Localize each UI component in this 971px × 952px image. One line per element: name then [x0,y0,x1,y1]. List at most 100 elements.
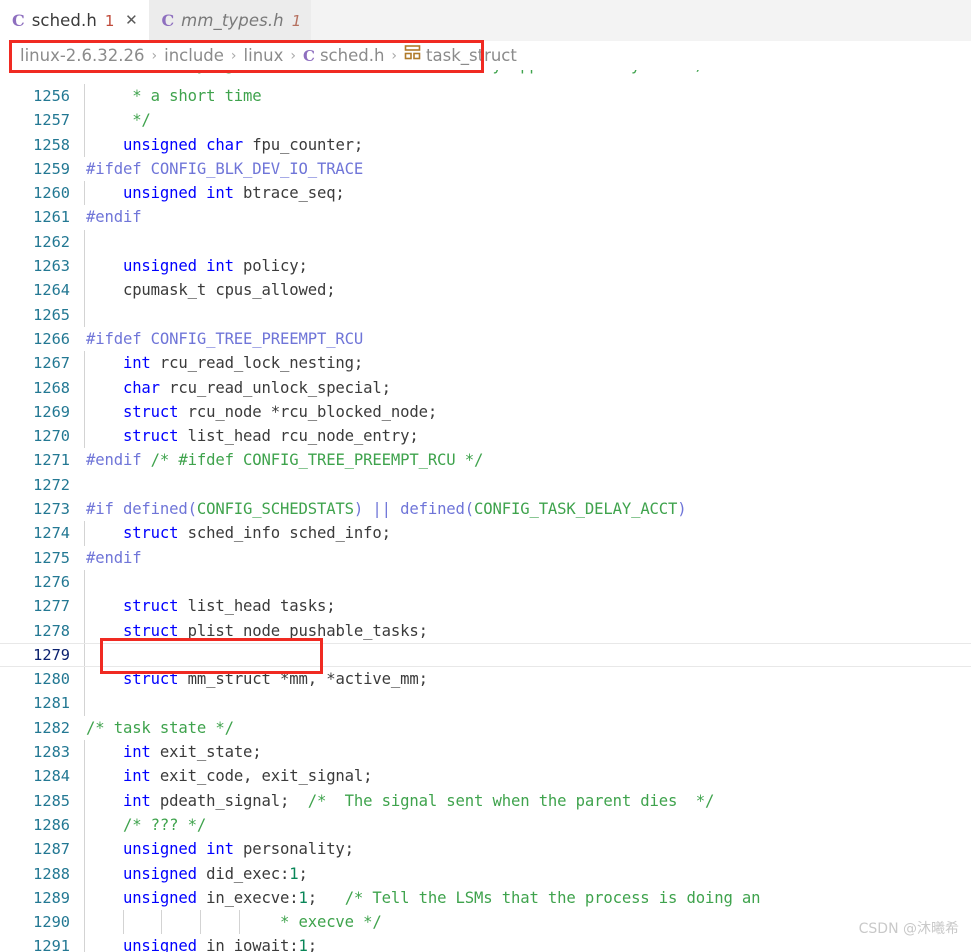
code-token: struct [122,402,179,421]
code-token: 1 [298,888,308,907]
indent-guide [84,934,85,952]
code-line[interactable]: 1266 #ifdef CONFIG_TREE_PREEMPT_RCU [0,327,971,351]
indent-guide [84,594,85,619]
c-file-icon: C [12,11,25,30]
code-token: unsigned [122,864,197,883]
code-line[interactable]: 1290 * execve */ [0,910,971,935]
indent-guide [84,84,85,109]
code-line[interactable]: 1262 [0,229,971,255]
code-token: #endif [86,208,142,227]
breadcrumb-item-include[interactable]: include [164,46,224,65]
code-line[interactable]: 1289 unsigned in_execve:1; /* Tell the L… [0,885,971,911]
code-line[interactable]: 1282 /* task state */ [0,716,971,740]
code-token: #if defined( [86,500,197,519]
code-line[interactable]: 1286 /* ??? */ [0,812,971,838]
code-token: CONFIG_SCHEDSTATS [196,500,354,519]
code-token: btrace_seq; [233,184,345,203]
code-editor[interactable]: 1255 lazy again; this to deal with burst… [0,70,971,952]
code-line[interactable]: 1269 struct rcu_node *rcu_blocked_node; [0,399,971,425]
c-file-icon: C [303,46,315,65]
code-line[interactable]: 1283 int exit_state; [0,740,971,765]
code-line[interactable]: 1265 [0,302,971,327]
indent-guide [84,229,85,255]
code-line[interactable]: 1287 unsigned int personality; [0,837,971,862]
code-line[interactable]: 1274 struct sched_info sched_info; [0,521,971,546]
code-line[interactable]: 1267 int rcu_read_lock_nesting; [0,351,971,376]
code-line[interactable]: 1256 * a short time [0,84,971,109]
breadcrumb-item-sched-h[interactable]: sched.h [320,46,384,65]
indent-guide [84,885,85,911]
code-token: unsigned [122,937,197,952]
tab-badge: 1 [104,11,115,30]
indent-guide [84,108,85,133]
code-line[interactable]: 1280 struct mm_struct *mm, *active_mm; [0,667,971,692]
code-token: mm_struct *mm, *active_mm; [178,670,428,689]
code-line[interactable]: 1281 [0,691,971,716]
line-number: 1259 [33,159,70,178]
code-line[interactable]: 1255 lazy again; this to deal with burst… [0,70,971,84]
code-line[interactable]: 1288 unsigned did_exec:1; [0,861,971,886]
line-number: 1281 [33,694,70,713]
breadcrumb-item-root[interactable]: linux-2.6.32.26 [20,46,145,65]
code-line[interactable]: 1277 struct list_head tasks; [0,594,971,619]
code-text: #if defined(CONFIG_SCHEDSTATS) || define… [86,497,687,521]
code-line[interactable]: 1291 unsigned in_iowait:1; [0,934,971,952]
editor-tab-mm-types-h[interactable]: C mm_types.h 1 [149,0,312,41]
code-token: pdeath_signal; [150,791,308,810]
code-line[interactable]: 1271 #endif /* #ifdef CONFIG_TREE_PREEMPT… [0,448,971,472]
line-number: 1289 [33,888,70,907]
code-line[interactable]: 1268 char rcu_read_unlock_special; [0,375,971,400]
indent-guide [84,910,85,935]
code-token: int [122,743,151,762]
indent-guide [84,181,85,206]
code-line[interactable]: 1284 int exit_code, exit_signal; [0,764,971,789]
breadcrumb-item-task-struct[interactable]: task_struct [426,46,517,65]
line-number: 1277 [33,597,70,616]
code-text: struct mm_struct *mm, *active_mm; [86,667,428,691]
code-token: /* Tell the LSMs that the process is doi… [344,888,761,907]
code-line[interactable]: 1278 struct plist_node pushable_tasks; [0,618,971,643]
code-line[interactable]: 1263 unsigned int policy; [0,254,971,279]
code-token: struct [122,670,179,689]
editor-tab-sched-h[interactable]: C sched.h 1 ✕ [0,0,150,41]
code-text: struct plist_node pushable_tasks; [86,619,428,643]
code-line[interactable]: 1285 int pdeath_signal; /* The signal se… [0,788,971,813]
code-line[interactable]: 1270 struct list_head rcu_node_entry; [0,424,971,449]
code-token: in_execve: [196,888,299,907]
code-token: struct [122,621,179,640]
line-number: 1270 [33,427,70,446]
code-line[interactable]: 1273 #if defined(CONFIG_SCHEDSTATS) || de… [0,497,971,521]
code-line[interactable]: 1264 cpumask_t cpus_allowed; [0,278,971,303]
code-line[interactable]: 1258 unsigned char fpu_counter; [0,132,971,157]
code-text: #endif [86,205,142,229]
indent-guide [84,812,85,838]
code-token: rcu_node *rcu_blocked_node; [178,402,438,421]
code-token: #ifdef CONFIG_BLK_DEV_IO_TRACE [86,159,364,178]
code-line[interactable]: 1272 [0,473,971,497]
code-token: /* task state */ [86,718,234,737]
indent-guide [84,691,85,716]
line-number: 1287 [33,840,70,859]
indent-guide [84,667,85,692]
code-line[interactable]: 1275 #endif [0,546,971,570]
code-line[interactable]: 1261 #endif [0,205,971,229]
code-text: * a short time [86,84,261,108]
close-icon[interactable]: ✕ [123,13,139,28]
code-token: policy; [233,257,308,276]
c-file-icon: C [161,11,175,30]
code-line[interactable]: 1259 #ifdef CONFIG_BLK_DEV_IO_TRACE [0,157,971,181]
code-token: struct [122,597,179,616]
line-number: 1283 [33,743,70,762]
breadcrumb-item-linux[interactable]: linux [244,46,284,65]
line-number: 1257 [33,111,70,130]
code-token: int [122,791,151,810]
code-line[interactable]: 1279 [0,642,971,668]
indent-guide [84,351,85,376]
code-line[interactable]: 1276 [0,569,971,595]
code-token: exit_state; [150,743,262,762]
code-line[interactable]: 1260 unsigned int btrace_seq; [0,181,971,206]
code-line[interactable]: 1257 */ [0,108,971,133]
line-number: 1258 [33,135,70,154]
